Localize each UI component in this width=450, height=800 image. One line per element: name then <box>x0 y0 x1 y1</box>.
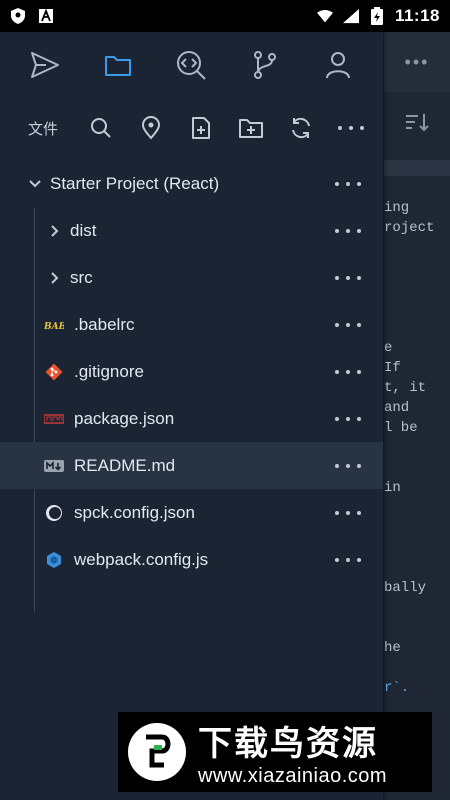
tree-item-webpack-config[interactable]: webpack.config.js <box>0 536 383 583</box>
top-nav <box>0 32 383 98</box>
editor-toolbar <box>384 94 450 156</box>
project-name: Starter Project (React) <box>50 173 220 193</box>
tree-item-label: .babelrc <box>74 314 135 334</box>
editor-text-line: r`. <box>384 680 410 696</box>
watermark-logo-icon <box>128 723 186 781</box>
wifi-icon <box>316 8 333 24</box>
tree-item-src[interactable]: src <box>0 254 383 301</box>
tree-item-dist[interactable]: dist <box>0 207 383 254</box>
user-icon[interactable] <box>318 45 358 85</box>
search-code-icon[interactable] <box>171 45 211 85</box>
tree-item-label: src <box>70 267 93 287</box>
more-icon[interactable] <box>335 179 361 189</box>
tree-item-babelrc[interactable]: BABEL .babelrc <box>0 301 383 348</box>
project-row[interactable]: Starter Project (React) <box>0 160 383 207</box>
npm-icon <box>44 409 64 429</box>
battery-icon <box>369 7 385 25</box>
editor-text-line: t, it <box>384 380 427 396</box>
send-icon[interactable] <box>25 45 65 85</box>
status-bar: 11:18 <box>0 0 450 32</box>
editor-text-line: he <box>384 640 401 656</box>
status-time: 11:18 <box>394 6 440 25</box>
more-icon[interactable] <box>335 320 361 330</box>
tree-item-label: README.md <box>74 455 176 475</box>
tree-item-label: webpack.config.js <box>74 549 209 569</box>
chevron-right-icon <box>48 224 62 238</box>
search-icon[interactable] <box>76 106 126 150</box>
signal-icon <box>342 8 359 24</box>
babel-icon: BABEL <box>44 315 64 335</box>
more-icon[interactable] <box>335 273 361 283</box>
editor-strip <box>384 160 450 176</box>
file-toolbar: 文件 <box>0 104 383 152</box>
folder-icon[interactable] <box>98 45 138 85</box>
editor-text-line: e <box>384 340 393 356</box>
editor-text-line: in <box>384 480 401 496</box>
git-branch-icon[interactable] <box>245 45 285 85</box>
editor-header: ••• <box>384 32 450 92</box>
tree-item-label: dist <box>70 220 97 240</box>
more-icon[interactable] <box>326 106 376 150</box>
editor-text-line: l be <box>384 420 418 436</box>
file-drawer: 文件 Starter Project (React) dist src BA .… <box>0 32 383 800</box>
watermark-url: www.xiazainiao.com <box>198 765 388 787</box>
tree-item-label: package.json <box>74 408 175 428</box>
new-file-icon[interactable] <box>176 106 226 150</box>
refresh-icon[interactable] <box>276 106 326 150</box>
more-icon[interactable] <box>335 367 361 377</box>
new-folder-icon[interactable] <box>226 106 276 150</box>
editor-panel[interactable]: ••• ing roject e If t, it and l be in ba… <box>384 32 450 800</box>
watermark-title: 下载鸟资源 <box>198 724 378 764</box>
editor-text-line: roject <box>384 220 435 236</box>
editor-text-line: ing <box>384 200 410 216</box>
spck-icon <box>44 503 64 523</box>
git-icon <box>44 362 64 382</box>
file-tree: Starter Project (React) dist src BABEL .… <box>0 160 383 583</box>
more-icon[interactable] <box>335 508 361 518</box>
location-icon[interactable] <box>126 106 176 150</box>
editor-text-line: If <box>384 360 401 376</box>
shield-icon <box>10 8 26 24</box>
sort-icon[interactable] <box>404 112 430 139</box>
more-icon[interactable] <box>335 226 361 236</box>
markdown-icon <box>44 456 64 476</box>
tree-item-spck-config[interactable]: spck.config.json <box>0 489 383 536</box>
svg-text:BABEL: BABEL <box>44 322 64 331</box>
tree-item-label: spck.config.json <box>74 502 195 522</box>
more-icon[interactable]: ••• <box>405 52 430 73</box>
more-icon[interactable] <box>335 414 361 424</box>
more-icon[interactable] <box>335 461 361 471</box>
toolbar-label: 文件 <box>28 120 59 138</box>
tree-item-package-json[interactable]: package.json <box>0 395 383 442</box>
chevron-right-icon <box>48 271 62 285</box>
editor-text-line: bally <box>384 580 427 596</box>
editor-text-line: and <box>384 400 410 416</box>
a-icon <box>38 8 54 24</box>
more-icon[interactable] <box>335 555 361 565</box>
tree-item-label: .gitignore <box>74 361 144 381</box>
tree-item-readme[interactable]: README.md <box>0 442 383 489</box>
tree-item-gitignore[interactable]: .gitignore <box>0 348 383 395</box>
watermark: 下载鸟资源 www.xiazainiao.com <box>118 712 432 792</box>
chevron-down-icon <box>28 177 42 191</box>
webpack-icon <box>44 550 64 570</box>
